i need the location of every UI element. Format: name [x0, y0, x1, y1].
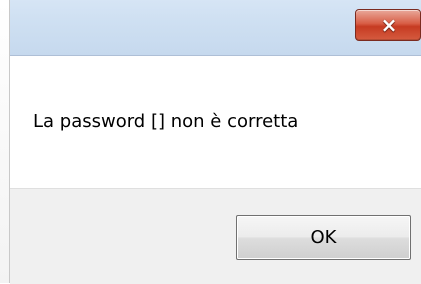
error-message: La password [] non è corretta [33, 111, 299, 132]
dialog-content: La password [] non è corretta [10, 56, 421, 188]
window-left-edge [0, 0, 10, 283]
button-area: OK [10, 188, 421, 284]
ok-button[interactable]: OK [236, 215, 411, 260]
close-icon: × [380, 13, 398, 37]
message-dialog: × La password [] non è corretta OK [0, 0, 421, 284]
close-button[interactable]: × [355, 9, 421, 41]
